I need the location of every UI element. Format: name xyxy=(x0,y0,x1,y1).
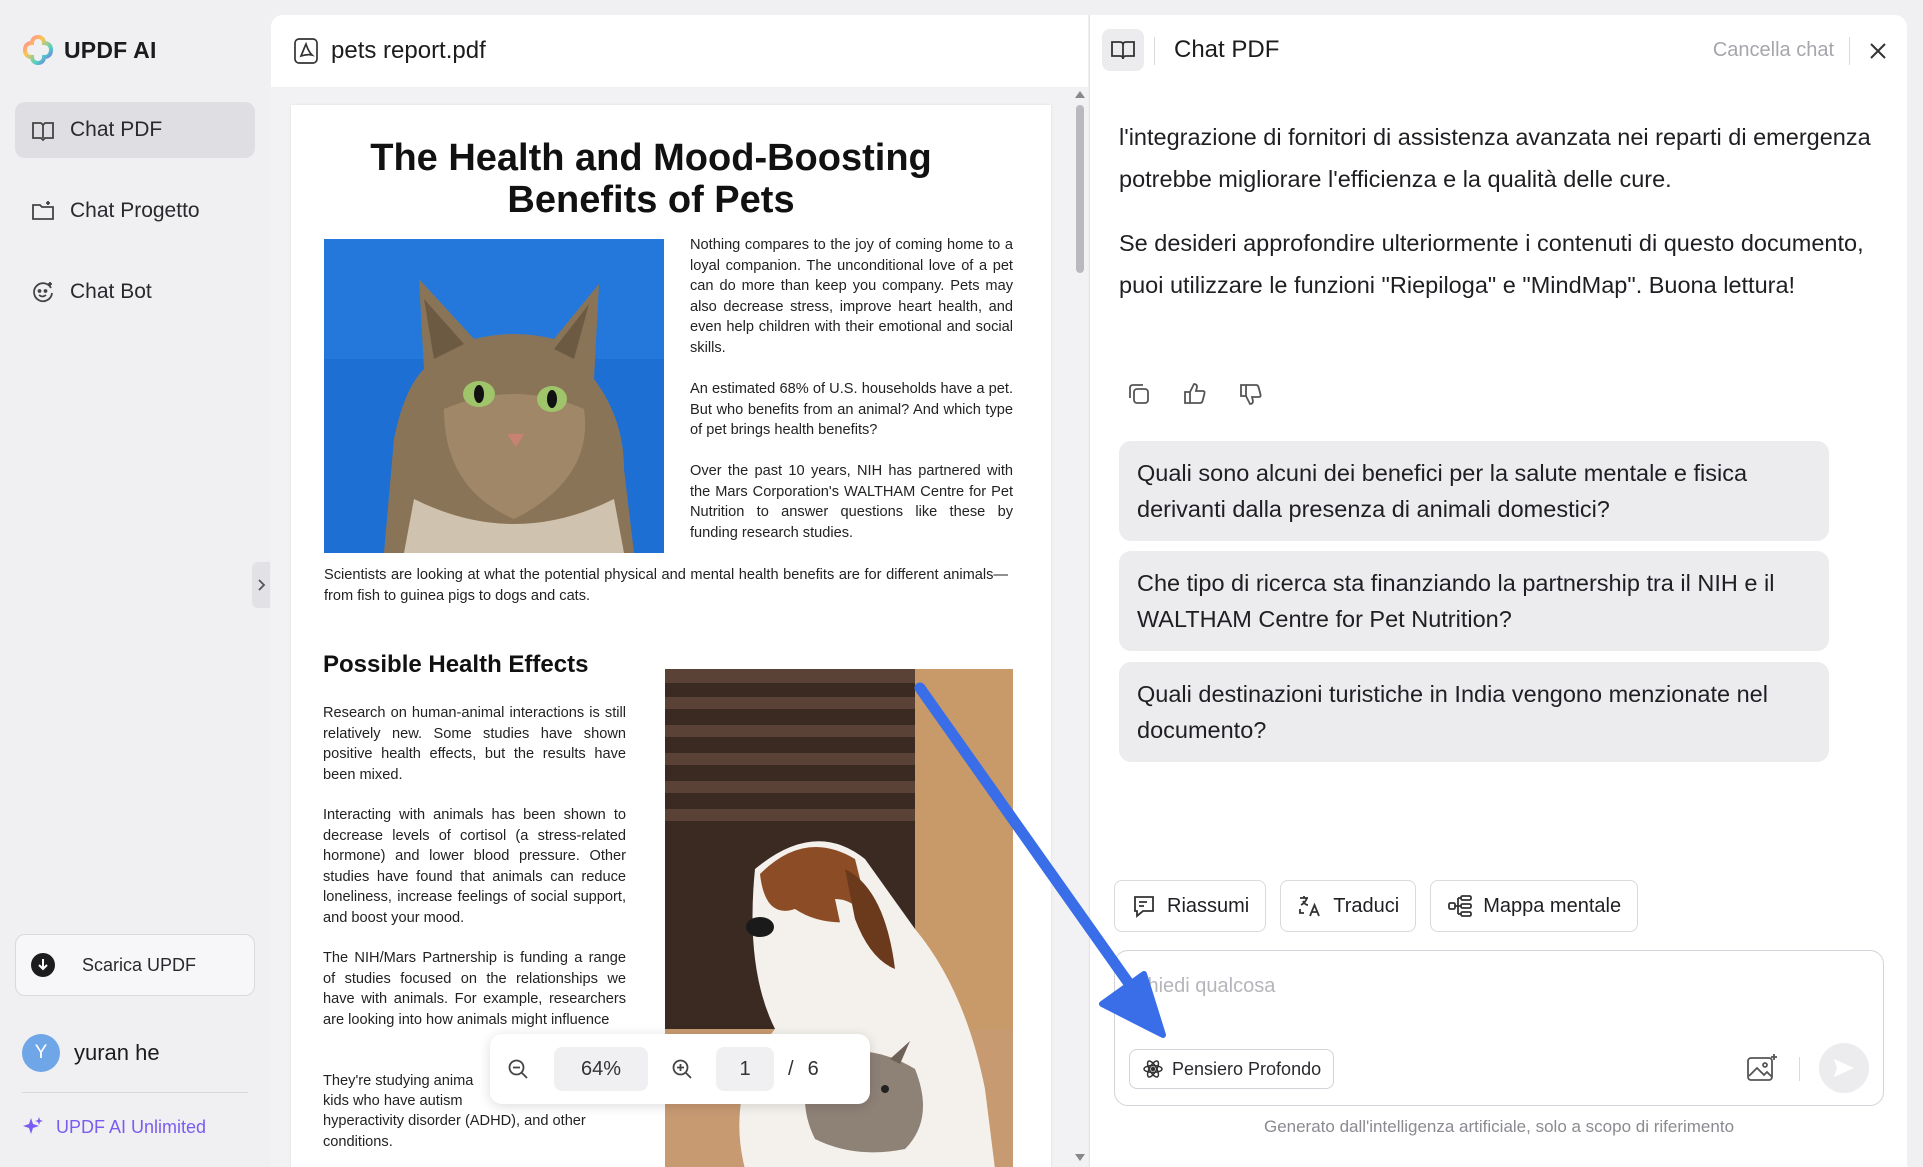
folder-chat-icon xyxy=(32,201,54,220)
mindmap-icon xyxy=(1448,895,1473,917)
sidebar-item-chat-progetto[interactable]: Chat Progetto xyxy=(15,183,255,239)
action-label: Riassumi xyxy=(1167,894,1250,917)
paragraph: The NIH/Mars Partnership is funding a ra… xyxy=(323,950,626,1028)
summarize-icon xyxy=(1134,896,1154,918)
action-label: Traduci xyxy=(1333,894,1400,917)
download-updf-button[interactable]: Scarica UPDF xyxy=(15,934,255,996)
user-profile[interactable]: Y yuran he xyxy=(22,1034,160,1072)
zoom-in-button[interactable] xyxy=(668,1055,696,1083)
pdf-page: The Health and Mood-Boosting Benefits of… xyxy=(291,105,1051,1167)
sidebar-collapse-toggle[interactable] xyxy=(252,562,270,608)
pdf-viewport[interactable]: The Health and Mood-Boosting Benefits of… xyxy=(271,87,1088,1167)
document-title-line: Benefits of Pets xyxy=(507,179,795,221)
mindmap-button[interactable]: Mappa mentale xyxy=(1430,880,1639,932)
pdf-file-icon xyxy=(294,38,318,64)
send-icon xyxy=(1834,1059,1854,1077)
ai-answer-paragraph: l'integrazione di fornitori di assistenz… xyxy=(1119,124,1871,192)
input-divider xyxy=(1799,1057,1800,1081)
pdf-viewer-panel: pets report.pdf The Health and Mood-Boos… xyxy=(271,15,1088,1167)
chat-input-box: Pensiero Profondo xyxy=(1114,950,1884,1106)
zoom-in-icon xyxy=(672,1059,692,1079)
paragraph: conditions. xyxy=(323,1134,393,1150)
page-separator: / xyxy=(788,1057,794,1080)
sidebar-item-chat-bot[interactable]: Chat Bot xyxy=(15,264,255,320)
avatar: Y xyxy=(22,1034,60,1072)
book-chat-icon xyxy=(32,122,54,142)
paragraph: hyperactivity disorder (ADHD), and other xyxy=(323,1113,586,1129)
sidebar-item-label: Chat PDF xyxy=(70,118,163,141)
thumbs-up-icon[interactable] xyxy=(1182,381,1208,407)
chat-title: Chat PDF xyxy=(1174,36,1280,63)
section-heading: Possible Health Effects xyxy=(323,651,589,678)
upgrade-unlimited-link[interactable]: UPDF AI Unlimited xyxy=(22,1116,206,1138)
sidebar-divider xyxy=(22,1092,248,1093)
copy-icon[interactable] xyxy=(1126,381,1152,407)
chat-header: Chat PDF Cancella chat xyxy=(1090,15,1908,87)
suggested-question[interactable]: Quali destinazioni turistiche in India v… xyxy=(1119,662,1829,762)
total-pages: 6 xyxy=(807,1057,819,1080)
download-icon xyxy=(31,953,55,977)
atom-icon xyxy=(1143,1060,1163,1078)
deep-thinking-label: Pensiero Profondo xyxy=(1172,1058,1322,1079)
sidebar-nav: Chat PDF Chat Progetto Chat Bot xyxy=(15,102,255,345)
scroll-up-arrow[interactable] xyxy=(1075,91,1085,98)
summarize-button[interactable]: Riassumi xyxy=(1114,880,1267,932)
thumbs-down-icon[interactable] xyxy=(1238,381,1264,407)
zoom-out-icon xyxy=(508,1059,528,1079)
deep-thinking-toggle[interactable]: Pensiero Profondo xyxy=(1129,1049,1335,1089)
download-label: Scarica UPDF xyxy=(82,954,197,975)
unlimited-label: UPDF AI Unlimited xyxy=(56,1116,207,1137)
cat-photo xyxy=(324,239,664,553)
document-title: The Health and Mood-Boosting Benefits of… xyxy=(291,137,1011,221)
zoom-toolbar: 64% 1 / 6 xyxy=(490,1034,870,1104)
chat-input[interactable] xyxy=(1133,969,1853,1003)
sidebar-item-label: Chat Bot xyxy=(70,280,152,303)
app-name: UPDF AI xyxy=(64,36,157,63)
current-page-input[interactable]: 1 xyxy=(716,1047,774,1091)
pdf-scrollbar[interactable] xyxy=(1072,87,1088,1167)
quick-actions: Riassumi Traduci Mappa mentale xyxy=(1114,880,1639,932)
clear-chat-button[interactable]: Cancella chat xyxy=(1713,39,1834,62)
zoom-level[interactable]: 64% xyxy=(554,1047,648,1091)
translate-icon xyxy=(1299,896,1321,917)
chevron-right-icon xyxy=(258,579,266,591)
ai-answer-paragraph: Se desideri approfondire ulteriormente i… xyxy=(1119,230,1864,298)
paragraph: Research on human-animal interactions is… xyxy=(323,705,626,783)
translate-button[interactable]: Traduci xyxy=(1280,880,1417,932)
suggested-question[interactable]: Quali sono alcuni dei benefici per la sa… xyxy=(1119,441,1829,541)
header-divider xyxy=(1849,37,1850,65)
sidebar-item-label: Chat Progetto xyxy=(70,199,200,222)
scroll-thumb[interactable] xyxy=(1076,105,1084,273)
open-book-icon xyxy=(1111,41,1135,60)
brand: UPDF AI xyxy=(22,34,157,66)
paragraph: An estimated 68% of U.S. households have… xyxy=(690,381,1013,438)
suggested-question[interactable]: Che tipo di ricerca sta finanziando la p… xyxy=(1119,551,1829,651)
paragraph: Interacting with animals has been shown … xyxy=(323,807,626,926)
answer-feedback-bar xyxy=(1126,381,1264,407)
chat-panel: Chat PDF Cancella chat l'integrazione di… xyxy=(1089,15,1907,1167)
pdf-filename: pets report.pdf xyxy=(331,37,486,64)
action-label: Mappa mentale xyxy=(1483,894,1622,917)
pdf-header: pets report.pdf xyxy=(271,15,1088,87)
document-title-line: The Health and Mood-Boosting xyxy=(370,137,932,179)
zoom-out-button[interactable] xyxy=(504,1055,532,1083)
scroll-down-arrow[interactable] xyxy=(1075,1154,1085,1161)
image-upload-icon[interactable] xyxy=(1745,1051,1779,1085)
reading-mode-button[interactable] xyxy=(1102,29,1144,71)
updf-logo-icon xyxy=(22,34,54,66)
paragraph: Over the past 10 years, NIH has partnere… xyxy=(690,463,1013,541)
send-button[interactable] xyxy=(1819,1043,1869,1093)
bot-face-icon xyxy=(33,282,53,303)
paragraph: Nothing compares to the joy of coming ho… xyxy=(690,237,1013,356)
sidebar: UPDF AI Chat PDF Chat Progetto Chat Bot xyxy=(0,0,270,1167)
sidebar-item-chat-pdf[interactable]: Chat PDF xyxy=(15,102,255,158)
close-icon[interactable] xyxy=(1866,39,1890,63)
paragraph: Scientists are looking at what the poten… xyxy=(324,567,1008,604)
user-name: yuran he xyxy=(74,1040,160,1065)
header-divider xyxy=(1154,37,1155,65)
sparkle-icon xyxy=(23,1117,43,1134)
ai-disclaimer: Generato dall'intelligenza artificiale, … xyxy=(1263,1117,1735,1136)
